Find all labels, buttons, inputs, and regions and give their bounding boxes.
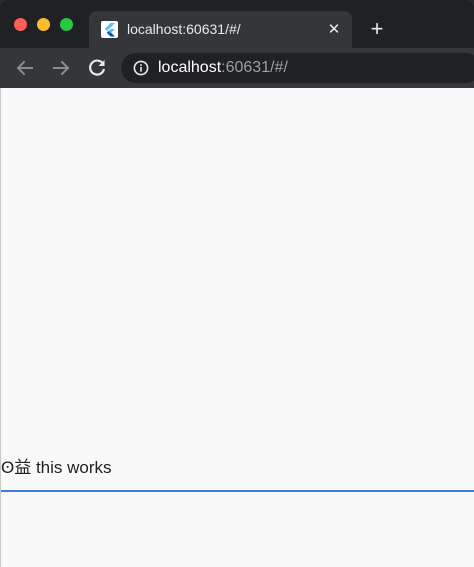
new-tab-button[interactable]: + — [366, 18, 388, 40]
browser-toolbar: localhost:60631/#/ — [0, 48, 474, 88]
text-input[interactable]: ʘ益 this works — [1, 452, 474, 492]
tab-title: localhost:60631/#/ — [127, 21, 241, 37]
url-host: localhost — [158, 59, 222, 76]
minimize-window-button[interactable] — [37, 18, 50, 31]
zoom-window-button[interactable] — [60, 18, 73, 31]
address-bar[interactable]: localhost:60631/#/ — [121, 53, 474, 83]
back-arrow-icon[interactable] — [13, 56, 37, 80]
tab-strip: localhost:60631/#/ ✕ + — [0, 0, 474, 48]
text-input-underline — [1, 490, 474, 492]
tab-close-icon[interactable]: ✕ — [324, 20, 344, 40]
url-path: :60631/#/ — [221, 59, 288, 76]
tab-active[interactable]: localhost:60631/#/ ✕ — [89, 11, 352, 48]
info-icon[interactable] — [133, 60, 149, 76]
forward-arrow-icon[interactable] — [49, 56, 73, 80]
flutter-icon — [101, 21, 118, 38]
reload-icon[interactable] — [85, 56, 109, 80]
browser-window: localhost:60631/#/ ✕ + localhost:60631/#… — [0, 0, 474, 567]
url-text[interactable]: localhost:60631/#/ — [158, 59, 288, 77]
close-window-button[interactable] — [14, 18, 27, 31]
text-input-value: ʘ益 this works — [1, 458, 112, 477]
page-content: ʘ益 this works — [0, 88, 474, 567]
